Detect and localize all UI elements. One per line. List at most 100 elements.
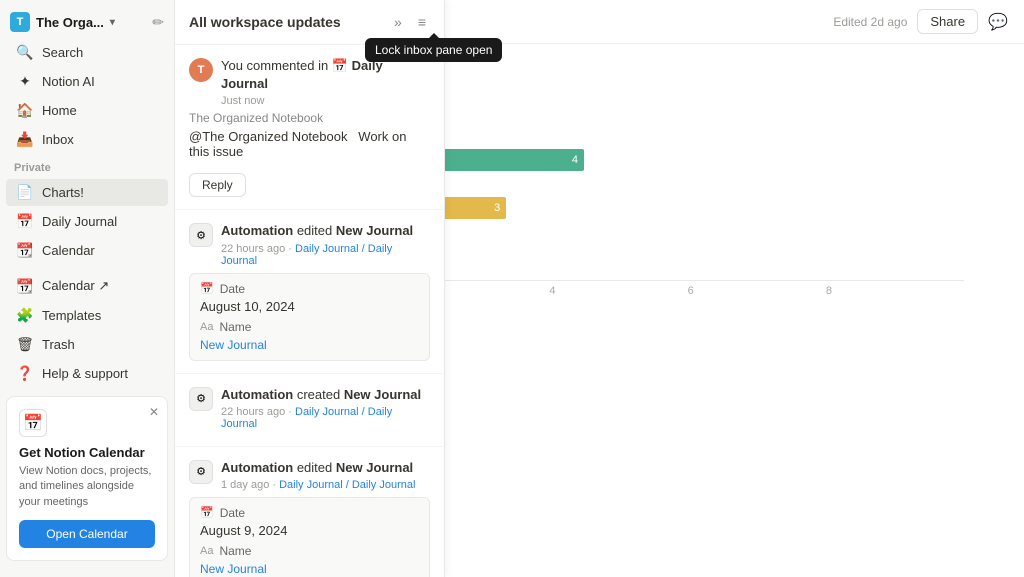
card-field: 📅 Date (200, 506, 419, 520)
activity-time: Just now (221, 95, 430, 107)
date-icon: 📅 (200, 282, 214, 295)
sidebar-item-charts[interactable]: 📄 Charts! (6, 179, 168, 206)
activity-item: ⚙ Automation edited New Journal 22 hours… (175, 210, 444, 373)
doc-link[interactable]: Daily Journal (221, 58, 383, 91)
activity-card: 📅 Date August 9, 2024 Aa Name New Journa… (189, 497, 430, 577)
calendar-card-icon: 📅 (19, 409, 47, 437)
close-calendar-card-button[interactable]: ✕ (149, 405, 159, 419)
calendar-card-title: Get Notion Calendar (19, 445, 155, 460)
sidebar-item-label: Charts! (42, 185, 84, 200)
activity-path: Daily Journal / Daily Journal (279, 479, 415, 491)
sidebar-item-label: Trash (42, 337, 75, 352)
workspace-title: The Orga... (36, 15, 104, 30)
sidebar-item-templates[interactable]: 🧩 Templates (6, 302, 168, 329)
comment-context: The Organized Notebook (189, 111, 430, 125)
sidebar-item-label: Help & support (42, 366, 128, 381)
card-field: 📅 Date (200, 282, 419, 296)
activity-header: ⚙ Automation edited New Journal 22 hours… (189, 222, 430, 266)
inbox-filter-button[interactable]: ≡ (414, 12, 430, 32)
card-field: Aa Name (200, 544, 419, 558)
page-icon: 📄 (16, 184, 34, 201)
sidebar-item-notion-ai[interactable]: ✦ Notion AI (6, 68, 168, 95)
date-icon: 📅 (200, 506, 214, 519)
sidebar-item-home[interactable]: 🏠 Home (6, 97, 168, 124)
inbox-panel: All workspace updates » ≡ Lock inbox pan… (175, 0, 445, 577)
sidebar-item-label: Daily Journal (42, 214, 117, 229)
activity-header: ⚙ Automation edited New Journal 1 day ag… (189, 459, 430, 491)
activity-main: Automation edited New Journal 22 hours a… (221, 222, 430, 266)
activity-header: T You commented in 📅 Daily Journal Just … (189, 57, 430, 107)
sidebar-item-label: Inbox (42, 132, 74, 147)
home-icon: 🏠 (16, 102, 34, 119)
workspace-icon: T (10, 12, 30, 32)
activity-meta: 22 hours ago · Daily Journal / Daily Jou… (221, 406, 430, 430)
private-section-label: Private (0, 154, 174, 178)
calendar-card-desc: View Notion docs, projects, and timeline… (19, 464, 155, 510)
x-label: 6 (688, 285, 826, 297)
card-field-value: August 9, 2024 (200, 523, 419, 538)
activity-path: Daily Journal / Daily Journal (221, 406, 392, 430)
sidebar-item-help[interactable]: ❓ Help & support (6, 360, 168, 387)
notion-ai-icon: ✦ (16, 73, 34, 90)
chevron-down-icon: ▾ (110, 17, 115, 28)
activity-meta: 1 day ago · Daily Journal / Daily Journa… (221, 479, 430, 491)
sidebar-item-label: Templates (42, 308, 101, 323)
inbox-title: All workspace updates (189, 14, 341, 30)
sidebar-item-calendar-link[interactable]: 📆 Calendar ↗ (6, 273, 168, 300)
sidebar-item-calendar[interactable]: 📆 Calendar (6, 237, 168, 264)
sidebar-item-search[interactable]: 🔍 Search (6, 39, 168, 66)
activity-item: ⚙ Automation created New Journal 22 hour… (175, 374, 444, 447)
activity-text: Automation created New Journal (221, 386, 430, 404)
bar-value: 3 (494, 202, 500, 214)
calendar2-icon: 📆 (16, 242, 34, 259)
journal-link[interactable]: New Journal (200, 338, 419, 352)
sidebar-item-label: Home (42, 103, 77, 118)
edited-status: Edited 2d ago (833, 15, 907, 29)
activity-item: T You commented in 📅 Daily Journal Just … (175, 45, 444, 210)
inbox-icon: 📥 (16, 131, 34, 148)
sidebar-item-trash[interactable]: 🗑 Trash (6, 331, 168, 358)
activity-main: Automation created New Journal 22 hours … (221, 386, 430, 430)
edit-icon[interactable]: ✏ (152, 14, 164, 31)
card-field: Aa Name (200, 320, 419, 334)
card-field-value: August 10, 2024 (200, 299, 419, 314)
reply-button[interactable]: Reply (189, 173, 246, 197)
card-field-label: Name (219, 544, 251, 558)
automation-avatar: ⚙ (189, 387, 213, 411)
main-area: Edited 2d ago Share 💬 s! 9 4 y (175, 0, 1024, 577)
activity-meta: 22 hours ago · Daily Journal / Daily Jou… (221, 243, 430, 267)
sidebar-item-label: Calendar (42, 243, 95, 258)
calendar-icon: 📅 (16, 213, 34, 230)
workspace-name[interactable]: T The Orga... ▾ (10, 12, 115, 32)
open-calendar-button[interactable]: Open Calendar (19, 520, 155, 548)
sidebar-item-label: Notion AI (42, 74, 95, 89)
top-bar-right: Edited 2d ago Share 💬 (833, 9, 1008, 34)
activity-item: ⚙ Automation edited New Journal 1 day ag… (175, 447, 444, 577)
x-label: 8 (826, 285, 964, 297)
activity-header: ⚙ Automation created New Journal 22 hour… (189, 386, 430, 430)
sidebar-item-label: Search (42, 45, 83, 60)
activity-text: You commented in 📅 Daily Journal (221, 57, 430, 93)
sidebar-bottom: ✕ 📅 Get Notion Calendar View Notion docs… (0, 388, 174, 569)
help-icon: ❓ (16, 365, 34, 382)
sidebar-item-inbox[interactable]: 📥 Inbox (6, 126, 168, 153)
activity-card: 📅 Date August 10, 2024 Aa Name New Journ… (189, 273, 430, 361)
comment-icon[interactable]: 💬 (988, 12, 1008, 32)
avatar: T (189, 58, 213, 82)
sidebar-item-daily-journal[interactable]: 📅 Daily Journal (6, 208, 168, 235)
sidebar-header: T The Orga... ▾ ✏ (0, 8, 174, 36)
journal-link[interactable]: New Journal (200, 562, 419, 576)
trash-icon: 🗑 (16, 336, 34, 353)
inbox-header-icons: » ≡ (390, 12, 430, 32)
comment-text: @The Organized Notebook Work on this iss… (189, 129, 430, 159)
lock-inbox-tooltip: Lock inbox pane open (365, 38, 502, 62)
card-field-label: Name (219, 320, 251, 334)
templates-icon: 🧩 (16, 307, 34, 324)
card-field-label: Date (220, 282, 245, 296)
inbox-content: T You commented in 📅 Daily Journal Just … (175, 45, 444, 577)
inbox-expand-button[interactable]: » (390, 12, 406, 32)
card-field-label: Date (220, 506, 245, 520)
notion-calendar-card: ✕ 📅 Get Notion Calendar View Notion docs… (6, 396, 168, 561)
share-button[interactable]: Share (917, 9, 978, 34)
calendar-link-icon: 📆 (16, 278, 34, 295)
